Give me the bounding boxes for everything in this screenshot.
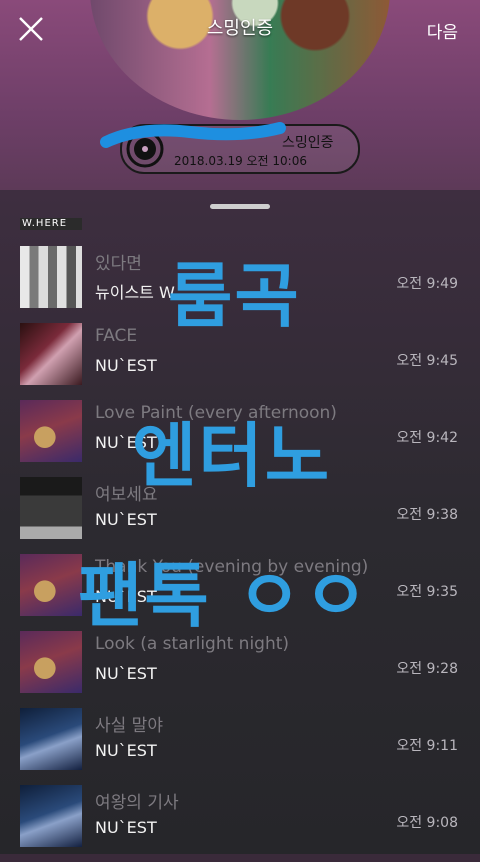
song-title: Love Paint (every afternoon) (95, 403, 337, 423)
redaction-scribble (100, 122, 286, 148)
album-thumb (20, 246, 82, 308)
album-thumb (20, 708, 82, 770)
track-row[interactable]: 여왕의 기사 NU`EST 오전 9:08 (0, 785, 480, 862)
played-time: 오전 9:11 (396, 738, 458, 754)
album-thumb (20, 631, 82, 693)
played-time: 오전 9:38 (396, 507, 458, 523)
certificate-date: 2018.03.19 오전 10:06 (174, 154, 307, 168)
artist-name: NU`EST (95, 510, 157, 529)
album-thumb (20, 477, 82, 539)
artist-name: NU`EST (95, 664, 157, 683)
track-row[interactable]: 있다면 뉴이스트 W 오전 9:49 (0, 246, 480, 323)
track-row[interactable]: Look (a starlight night) NU`EST 오전 9:28 (0, 631, 480, 708)
played-time: 오전 9:45 (396, 353, 458, 369)
artist-name: NU`EST (95, 433, 157, 452)
song-title: Thank You (evening by evening) (95, 557, 369, 577)
track-row[interactable]: Love Paint (every afternoon) NU`EST 오전 9… (0, 400, 480, 477)
peek-album-thumb: W.HERE (20, 218, 82, 230)
track-row[interactable]: 여보세요 NU`EST 오전 9:38 (0, 477, 480, 554)
artist-name: NU`EST (95, 741, 157, 760)
played-time: 오전 9:08 (396, 815, 458, 831)
next-button[interactable]: 다음 (427, 18, 458, 43)
close-icon[interactable] (18, 16, 44, 42)
played-time: 오전 9:42 (396, 430, 458, 446)
song-title: 사실 말야 (95, 716, 163, 736)
track-row[interactable]: Thank You (evening by evening) NU`EST 오전… (0, 554, 480, 631)
album-thumb (20, 554, 82, 616)
song-title: Look (a starlight night) (95, 634, 290, 654)
track-row[interactable]: FACE NU`EST 오전 9:45 (0, 323, 480, 400)
album-thumb (20, 323, 82, 385)
artist-name: 뉴이스트 W (95, 283, 175, 302)
album-header: 스밍인증 다음 스밍인증 2018.03.19 오전 10:06 (0, 0, 480, 190)
artist-name: NU`EST (95, 587, 157, 606)
track-row[interactable]: 사실 말야 NU`EST 오전 9:11 (0, 708, 480, 785)
artist-name: NU`EST (95, 818, 157, 837)
played-time: 오전 9:28 (396, 661, 458, 677)
song-title: 있다면 (95, 254, 142, 274)
song-title: 여보세요 (95, 485, 158, 505)
song-title: 여왕의 기사 (95, 793, 179, 813)
played-time: 오전 9:35 (396, 584, 458, 600)
peek-album-text: W.HERE (22, 218, 68, 229)
played-time: 오전 9:49 (396, 276, 458, 292)
artist-name: NU`EST (95, 356, 157, 375)
album-thumb (20, 400, 82, 462)
drag-handle[interactable] (210, 204, 270, 209)
cover-title: 스밍인증 (206, 18, 274, 39)
song-title: FACE (95, 326, 138, 346)
album-thumb (20, 785, 82, 847)
